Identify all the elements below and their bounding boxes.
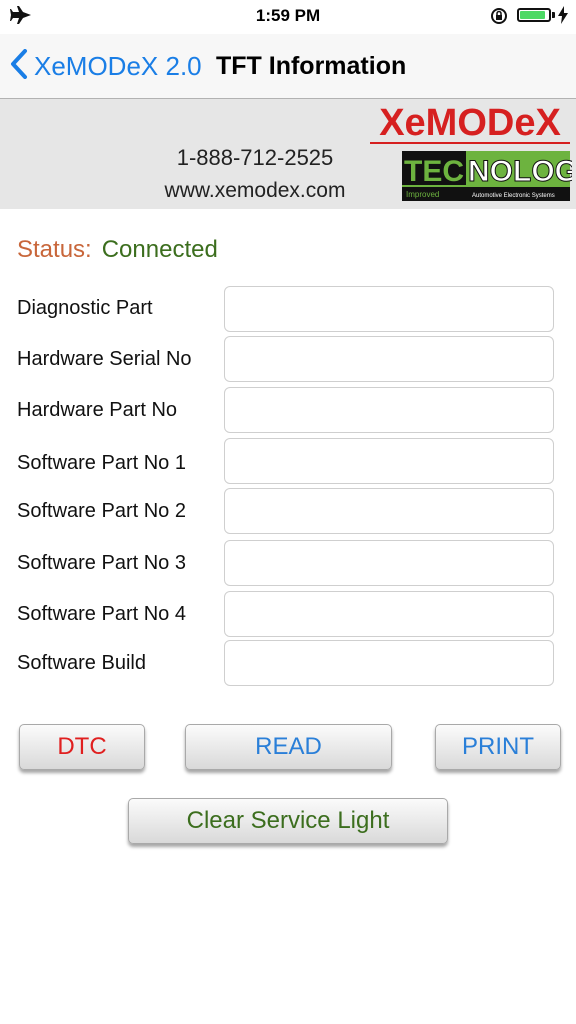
dtc-button[interactable]: DTC (19, 724, 145, 770)
software-part-no-2-field[interactable] (224, 488, 554, 534)
logo-brand: XeMODeX (379, 102, 561, 144)
charging-bolt-icon (558, 6, 568, 29)
page-title: TFT Information (216, 52, 407, 80)
xemodex-technology-logo: XeMODeX TECH NOLOGY Improved Automotive … (370, 102, 572, 201)
status-value: Connected (101, 236, 218, 263)
logo-tagline-left: Improved (406, 190, 439, 199)
navigation-bar: XeMODeX 2.0 TFT Information (0, 34, 576, 99)
logo-word-right: NOLOGY (468, 155, 572, 188)
clear-service-light-button[interactable]: Clear Service Light (128, 798, 448, 844)
software-build-field[interactable] (224, 640, 554, 686)
read-button[interactable]: READ (185, 724, 392, 770)
battery-icon (517, 8, 551, 22)
hardware-part-no-label: Hardware Part No (17, 399, 178, 421)
hardware-serial-no-field[interactable] (224, 336, 554, 382)
back-button[interactable]: XeMODeX 2.0 (10, 48, 202, 84)
software-part-no-4-field[interactable] (224, 591, 554, 637)
rotation-lock-icon (490, 7, 508, 30)
logo-tagline-right: Automotive Electronic Systems (472, 193, 555, 199)
hardware-part-no-field[interactable] (224, 387, 554, 433)
software-part-no-2-label: Software Part No 2 (17, 500, 186, 522)
software-part-no-4-label: Software Part No 4 (17, 603, 186, 625)
connection-status: Status: Connected (17, 236, 218, 264)
diagnostic-part-field[interactable] (224, 286, 554, 332)
print-button[interactable]: PRINT (435, 724, 561, 770)
battery-level (520, 11, 545, 19)
battery-cap (552, 12, 555, 18)
website: www.xemodex.com (164, 179, 346, 202)
software-build-label: Software Build (17, 652, 146, 674)
chevron-left-icon (10, 48, 28, 84)
software-part-no-1-label: Software Part No 1 (17, 452, 186, 474)
software-part-no-1-field[interactable] (224, 438, 554, 484)
header-banner: 1-888-712-2525 www.xemodex.com XeMODeX T… (0, 99, 576, 209)
software-part-no-3-label: Software Part No 3 (17, 552, 186, 574)
software-part-no-3-field[interactable] (224, 540, 554, 586)
diagnostic-part-label: Diagnostic Part (17, 297, 153, 319)
status-bar: 1:59 PM (0, 0, 576, 34)
status-label: Status: (17, 236, 92, 263)
hardware-serial-no-label: Hardware Serial No (17, 348, 192, 370)
phone-number: 1-888-712-2525 (176, 145, 334, 170)
back-button-label: XeMODeX 2.0 (34, 50, 202, 81)
